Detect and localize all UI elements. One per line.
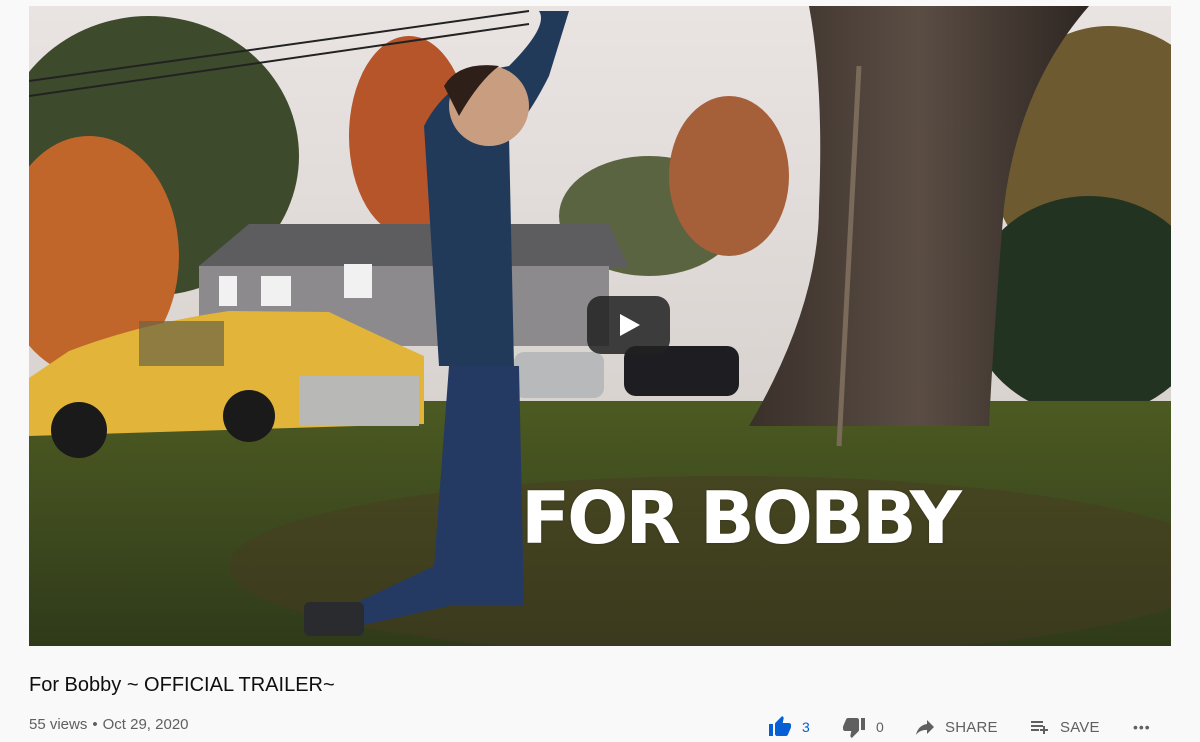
- like-count: 3: [802, 719, 810, 735]
- upload-date: Oct 29, 2020: [102, 716, 189, 733]
- view-count: 55 views: [29, 716, 88, 733]
- thumbs-down-icon: [843, 718, 865, 738]
- share-button[interactable]: SHARE: [913, 712, 998, 742]
- dislike-count: 0: [876, 719, 884, 735]
- meta-separator: •: [92, 716, 98, 733]
- video-meta: 55 views • Oct 29, 2020: [29, 716, 189, 733]
- video-player[interactable]: FOR BOBBY: [29, 6, 1171, 646]
- thumbs-up-icon: [769, 716, 791, 736]
- share-label: SHARE: [945, 718, 998, 736]
- video-overlay-title: FOR BOBBY: [521, 476, 962, 560]
- more-actions-button[interactable]: •••: [1133, 712, 1151, 742]
- play-icon: [620, 314, 640, 336]
- share-arrow-icon: [916, 720, 934, 735]
- play-button[interactable]: [587, 296, 670, 354]
- video-title: For Bobby ~ OFFICIAL TRAILER~: [29, 674, 335, 696]
- like-button[interactable]: 3: [768, 712, 810, 742]
- dislike-button[interactable]: 0: [842, 712, 884, 742]
- playlist-add-icon: [1031, 721, 1048, 734]
- more-horizontal-icon: •••: [1133, 719, 1151, 735]
- save-label: SAVE: [1060, 718, 1100, 736]
- save-button[interactable]: SAVE: [1028, 712, 1100, 742]
